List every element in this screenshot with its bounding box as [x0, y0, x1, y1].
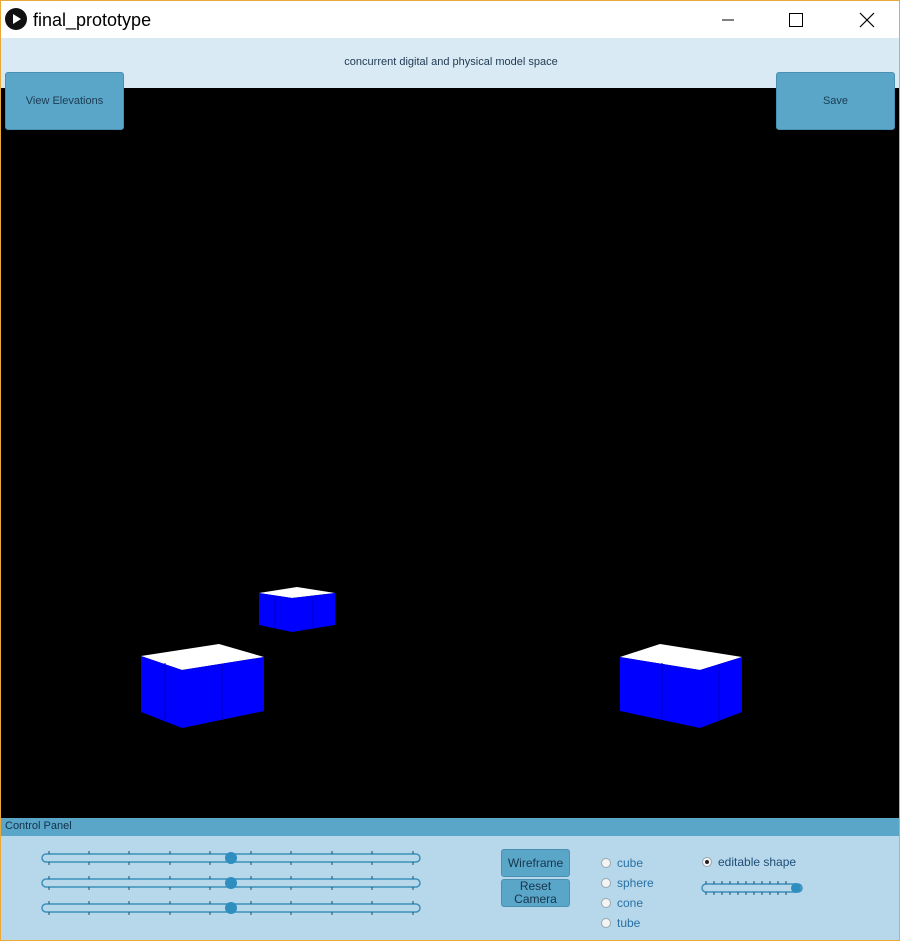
close-icon [859, 12, 875, 27]
slider-1[interactable] [41, 851, 421, 865]
box-shape[interactable] [620, 644, 742, 728]
slider-thumb[interactable] [791, 883, 801, 893]
reset-camera-label-line2: Camera [514, 892, 557, 906]
app-icon [5, 8, 27, 30]
slider-2[interactable] [41, 876, 421, 890]
minimize-button[interactable] [705, 1, 751, 38]
box-shape[interactable] [141, 644, 264, 728]
shape-option-cube[interactable]: cube [601, 855, 643, 871]
save-button[interactable]: Save [776, 72, 895, 130]
shape-option-cone[interactable]: cone [601, 895, 643, 911]
shape-option-tube[interactable]: tube [601, 915, 640, 931]
shape-option-label: cone [617, 896, 644, 910]
shape-option-label: cube [617, 856, 644, 870]
editable-shape-option[interactable]: editable shape [702, 854, 796, 870]
maximize-icon [789, 12, 803, 27]
model-viewport[interactable] [1, 88, 899, 818]
control-panel-header: Control Panel [1, 818, 899, 836]
slider-thumb[interactable] [225, 852, 237, 864]
maximize-button[interactable] [773, 1, 819, 38]
window-title: final_prototype [33, 10, 152, 30]
close-button[interactable] [844, 1, 890, 38]
control-panel-title: Control Panel [5, 820, 72, 832]
radio-button[interactable] [601, 898, 611, 908]
radio-button[interactable] [601, 858, 611, 868]
editable-shape-slider[interactable] [701, 881, 803, 895]
app-window: final_prototype concurrent digital and p… [0, 0, 900, 941]
slider-thumb[interactable] [225, 902, 237, 914]
slider-thumb[interactable] [225, 877, 237, 889]
slider-3[interactable] [41, 901, 421, 915]
radio-button-checked[interactable] [702, 857, 712, 867]
wireframe-button[interactable]: Wireframe [501, 849, 570, 877]
reset-camera-button[interactable]: Reset Camera [501, 879, 570, 907]
box-shape[interactable] [259, 587, 335, 632]
shape-option-label: tube [617, 916, 641, 930]
view-elevations-button[interactable]: View Elevations [5, 72, 124, 130]
radio-button[interactable] [601, 878, 611, 888]
header-title: concurrent digital and physical model sp… [344, 56, 558, 68]
title-bar: final_prototype [1, 1, 899, 38]
header-strip: concurrent digital and physical model sp… [1, 38, 899, 88]
scene-canvas [141, 587, 742, 728]
minimize-icon [722, 19, 734, 20]
shape-option-label: sphere [617, 876, 654, 890]
radio-button[interactable] [601, 918, 611, 928]
editable-shape-label: editable shape [718, 855, 797, 869]
shape-option-sphere[interactable]: sphere [601, 875, 654, 891]
